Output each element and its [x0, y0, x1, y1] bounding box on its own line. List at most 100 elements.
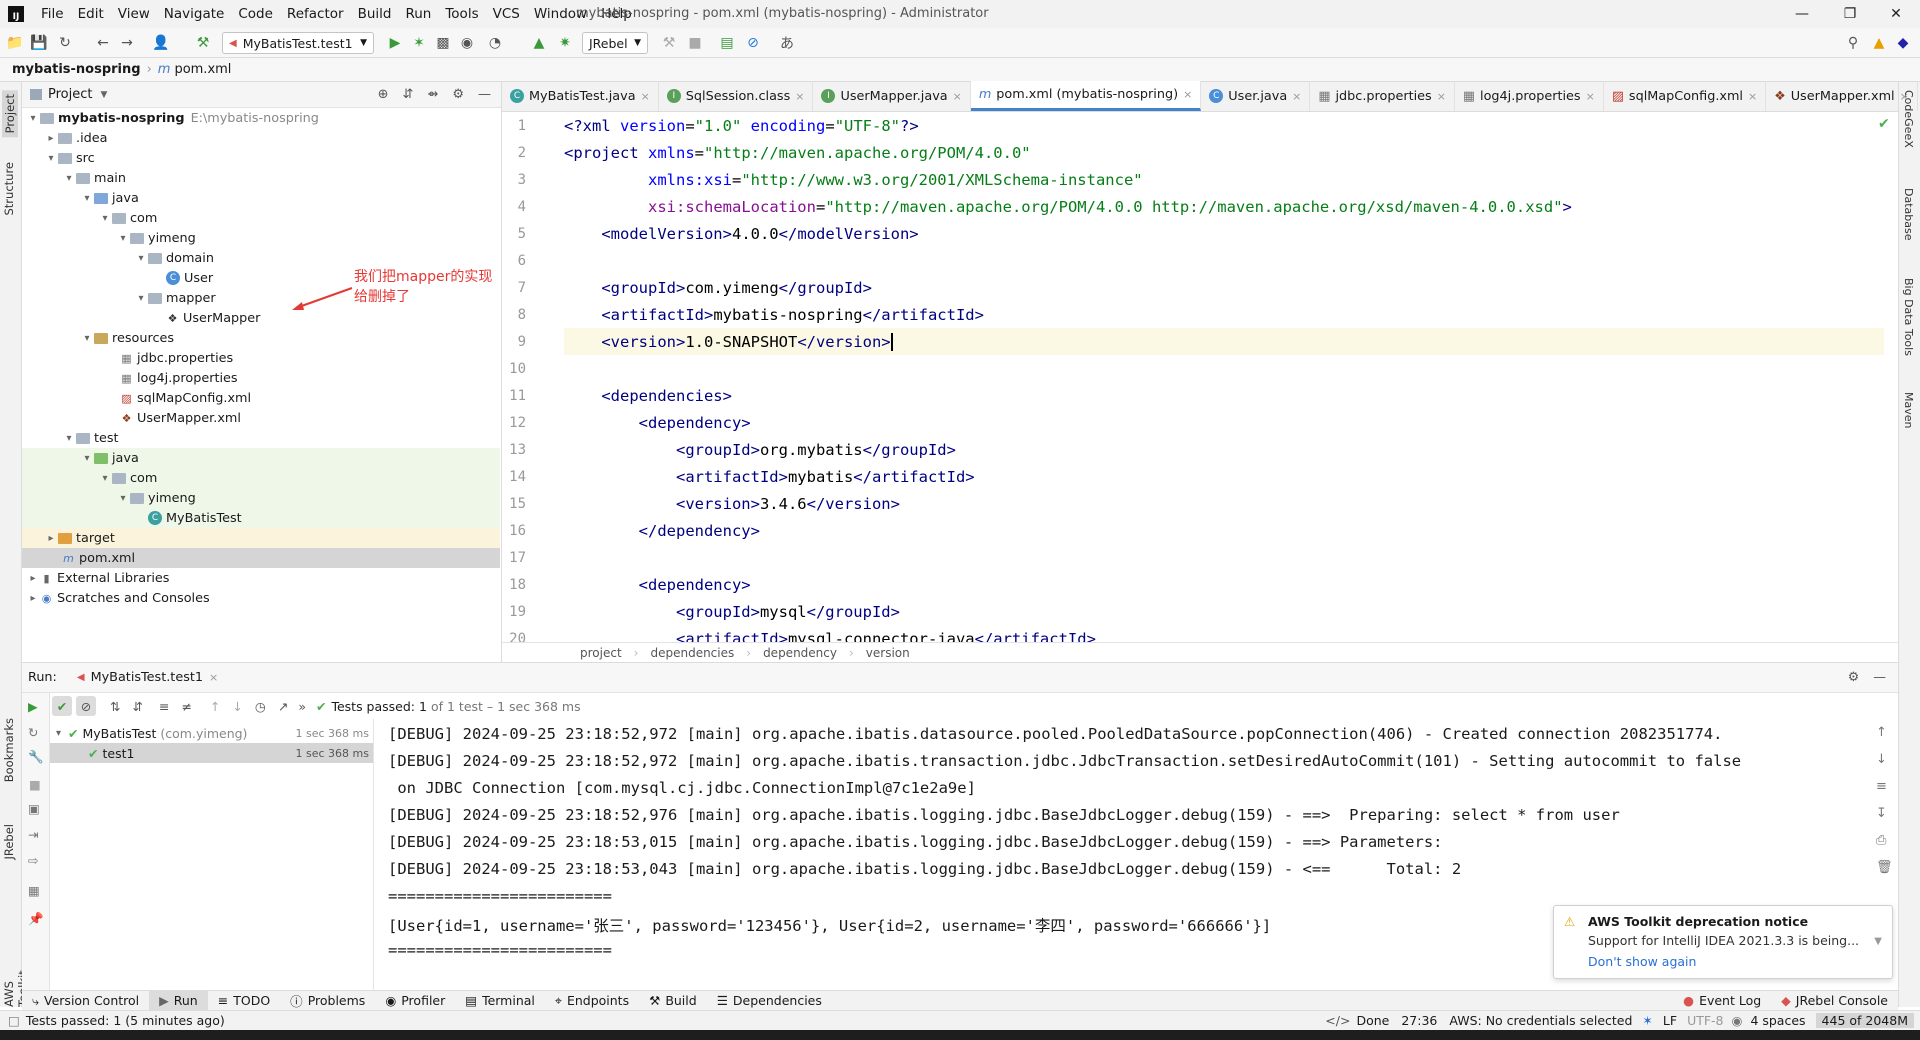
close-icon[interactable]: × [1748, 90, 1757, 103]
run-tab-label[interactable]: MyBatisTest.test1 [91, 670, 203, 685]
tool-tab-database[interactable]: Database [1902, 188, 1915, 241]
tool-tab-terminal[interactable]: ▤ Terminal [455, 991, 545, 1011]
update-icon[interactable]: ▲ [1870, 34, 1888, 52]
test-suite-row[interactable]: ▾ ✔ MyBatisTest (com.yimeng) 1 sec 368 m… [50, 723, 373, 743]
close-icon[interactable]: × [795, 90, 804, 103]
menu-vcs[interactable]: VCS [486, 6, 527, 22]
test-case-row[interactable]: ✔ test1 1 sec 368 ms [50, 743, 373, 763]
close-icon[interactable]: × [1586, 90, 1595, 103]
minimize-button[interactable]: — [1782, 3, 1822, 25]
close-icon[interactable]: × [1292, 90, 1301, 103]
down-arrow-icon[interactable]: ↓ [1876, 752, 1894, 767]
menu-build[interactable]: Build [351, 6, 399, 22]
sort-duration-icon[interactable]: ⇵ [132, 699, 142, 714]
gear-icon[interactable]: ⚙ [1848, 670, 1859, 685]
tool-tab-project[interactable]: Project [2, 90, 18, 138]
translate-icon[interactable]: あ [778, 34, 796, 52]
rerun-icon[interactable]: ▶ [28, 699, 38, 714]
export-results-icon[interactable]: ↗ [278, 699, 288, 714]
jrebel-select[interactable]: JRebel ▼ [582, 32, 648, 54]
rerun-failed-icon[interactable]: ↻ [28, 725, 38, 740]
project-panel-title[interactable]: Project [48, 87, 92, 102]
hide-panel-icon[interactable]: — [1873, 670, 1886, 685]
expand-all-icon[interactable]: ≡ [159, 699, 169, 714]
sort-alpha-icon[interactable]: ⇅ [110, 699, 120, 714]
menu-code[interactable]: Code [231, 6, 280, 22]
plugin-icon[interactable]: ◆ [1894, 34, 1912, 52]
close-icon[interactable]: × [209, 671, 218, 684]
no-entry-icon[interactable]: ⊘ [744, 34, 762, 52]
save-icon[interactable]: 💾 [30, 34, 48, 52]
down-arrow-icon[interactable]: ↓ [232, 699, 242, 714]
up-arrow-icon[interactable]: ↑ [210, 699, 220, 714]
export-icon[interactable]: ⇥ [28, 827, 38, 842]
collapse-all-icon[interactable]: ≠ [181, 699, 191, 714]
tab-mybatistest-java[interactable]: C MyBatisTest.java × [502, 81, 659, 111]
scroll-to-end-icon[interactable]: ↧ [1876, 806, 1894, 821]
camera-icon[interactable]: ▣ [28, 801, 40, 816]
close-icon[interactable]: × [953, 90, 962, 103]
show-ignored-icon[interactable]: ⊘ [76, 696, 96, 716]
menu-navigate[interactable]: Navigate [157, 6, 232, 22]
maximize-button[interactable]: ❐ [1830, 3, 1870, 25]
expand-all-icon[interactable]: ⇵ [403, 87, 414, 102]
status-done[interactable]: Done [1356, 1013, 1389, 1028]
tab-sqlsession-class[interactable]: I SqlSession.class × [659, 81, 814, 111]
menu-edit[interactable]: Edit [71, 6, 111, 22]
indent-setting[interactable]: 4 spaces [1750, 1013, 1805, 1028]
tool-tab-dependencies[interactable]: ☰ Dependencies [707, 991, 832, 1011]
layout-icon[interactable]: ▦ [28, 883, 40, 898]
eye-icon[interactable]: ◉ [1732, 1013, 1743, 1028]
run-config-select[interactable]: ◀ MyBatisTest.test1 ▼ [222, 32, 374, 54]
aws-connection[interactable]: AWS: No credentials selected [1449, 1013, 1632, 1028]
memory-indicator[interactable]: 445 of 2048M [1815, 1013, 1914, 1028]
show-passed-icon[interactable]: ✔ [52, 696, 72, 716]
run-icon[interactable]: ▶ [386, 34, 404, 52]
locate-icon[interactable]: ⊕ [378, 87, 389, 102]
crumb-dependencies[interactable]: dependencies [650, 646, 734, 660]
collapse-all-icon[interactable]: ⇴ [427, 87, 438, 102]
aws-notification[interactable]: ⚠ AWS Toolkit deprecation notice Support… [1553, 905, 1893, 979]
menu-file[interactable]: File [34, 6, 71, 22]
user-icon[interactable]: 👤 [152, 34, 170, 52]
tab-usermapper-java[interactable]: I UserMapper.java × [813, 81, 971, 111]
tool-tab-structure[interactable]: Structure [2, 162, 16, 216]
soft-wrap-icon[interactable]: ≡ [1876, 779, 1894, 794]
tool-tab-run[interactable]: ▶ Run [149, 990, 208, 1011]
history-icon[interactable]: ◷ [255, 699, 266, 714]
tool-tab-version-control[interactable]: ⤷ Version Control [22, 991, 149, 1011]
close-icon[interactable]: × [1437, 90, 1446, 103]
no-problems-check-icon[interactable]: ✔ [1878, 116, 1890, 132]
coverage-icon[interactable]: ▩ [434, 34, 452, 52]
trash-icon[interactable]: 🗑 [1876, 860, 1894, 875]
tool-tab-profiler[interactable]: ◉ Profiler [375, 991, 455, 1011]
tool-tab-todo[interactable]: ≡ TODO [208, 991, 280, 1011]
close-window-button[interactable]: ✕ [1876, 3, 1916, 25]
print-icon[interactable]: ⎙ [1876, 833, 1894, 848]
gear-icon[interactable]: ⚙ [452, 87, 464, 102]
tab-jdbc-properties[interactable]: ▦ jdbc.properties × [1310, 81, 1455, 111]
wrench-icon[interactable]: 🔧 [28, 749, 44, 765]
breadcrumb-project[interactable]: mybatis-nospring [12, 62, 141, 77]
jrebel-run-icon[interactable]: ▲ [530, 34, 548, 52]
tool-tab-problems[interactable]: ⓘ Problems [280, 991, 375, 1011]
tab-sqlmapconfig-xml[interactable]: ▨ sqlMapConfig.xml × [1604, 81, 1767, 111]
exit-icon[interactable]: ⇨ [28, 853, 38, 868]
menu-run[interactable]: Run [398, 6, 438, 22]
close-icon[interactable]: × [1900, 90, 1909, 103]
breadcrumb-file[interactable]: pom.xml [174, 62, 231, 77]
back-arrow-icon[interactable]: ← [94, 34, 112, 52]
search-icon[interactable]: ⚲ [1844, 34, 1862, 52]
debug-icon[interactable]: ✶ [410, 34, 428, 52]
tab-log4j-properties[interactable]: ▦ log4j.properties × [1455, 81, 1604, 111]
profile-icon[interactable]: ◉ [458, 34, 476, 52]
jrebel-debug-icon[interactable]: ✷ [556, 34, 574, 52]
menu-tools[interactable]: Tools [438, 6, 485, 22]
tool-tab-big-data-tools[interactable]: Big Data Tools [1902, 278, 1915, 356]
menu-view[interactable]: View [111, 6, 157, 22]
tool-tab-endpoints[interactable]: ⌖ Endpoints [545, 991, 639, 1011]
bug-icon[interactable]: ✶ [1642, 1013, 1652, 1028]
crumb-version[interactable]: version [866, 646, 910, 660]
status-message[interactable]: Tests passed: 1 (5 minutes ago) [26, 1013, 225, 1028]
close-icon[interactable]: × [1183, 88, 1192, 101]
